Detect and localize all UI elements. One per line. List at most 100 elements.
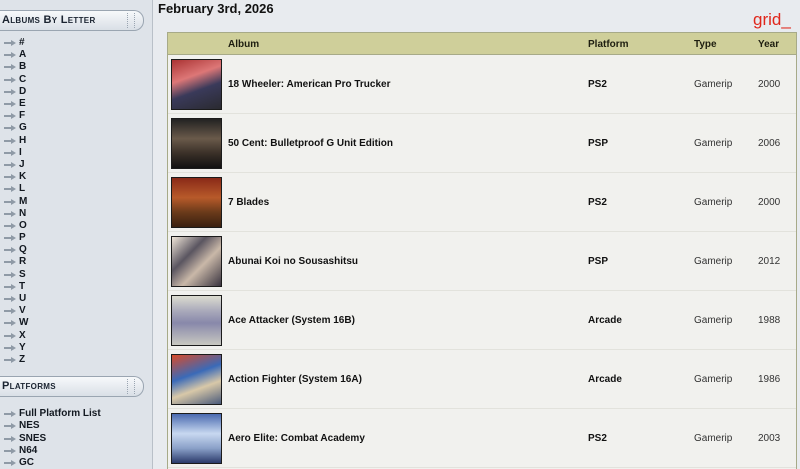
letter-link-q[interactable]: Q	[19, 244, 27, 256]
platform-link[interactable]: PS2	[588, 197, 607, 208]
letter-link-x[interactable]: X	[19, 330, 26, 342]
platform-link[interactable]: PSP	[588, 256, 608, 267]
letter-item: T	[0, 281, 152, 293]
platform-link-nes[interactable]: NES	[19, 420, 40, 432]
platform-link-full-list[interactable]: Full Platform List	[19, 408, 101, 420]
arrow-icon	[4, 51, 18, 59]
album-cover-thumbnail[interactable]	[171, 413, 222, 464]
platform-link[interactable]: PSP	[588, 138, 608, 149]
album-title-link[interactable]: Ace Attacker (System 16B)	[228, 315, 355, 326]
letter-link-o[interactable]: O	[19, 220, 27, 232]
platform-link[interactable]: PS2	[588, 79, 607, 90]
letter-link-c[interactable]: C	[19, 74, 26, 86]
letter-item: U	[0, 293, 152, 305]
arrow-icon	[4, 198, 18, 206]
overlay-label: grid_	[753, 10, 791, 29]
letter-link-f[interactable]: F	[19, 110, 25, 122]
letter-link-p[interactable]: P	[19, 232, 26, 244]
arrow-icon	[4, 63, 18, 71]
album-title-link[interactable]: 7 Blades	[228, 197, 269, 208]
album-type: Gamerip	[694, 79, 733, 90]
letter-link-v[interactable]: V	[19, 305, 26, 317]
letter-item: F	[0, 110, 152, 122]
letter-link-m[interactable]: M	[19, 196, 27, 208]
letter-link-l[interactable]: L	[19, 183, 25, 195]
arrow-icon	[4, 76, 18, 84]
letter-link-w[interactable]: W	[19, 317, 28, 329]
arrow-icon	[4, 356, 18, 364]
platform-link-snes[interactable]: SNES	[19, 433, 46, 445]
albums-by-letter-title: Albums By Letter	[2, 14, 96, 26]
arrow-icon	[4, 149, 18, 157]
platform-link[interactable]: PS2	[588, 433, 607, 444]
letter-link-i[interactable]: I	[19, 147, 22, 159]
letter-item: V	[0, 305, 152, 317]
platform-link[interactable]: Arcade	[588, 315, 622, 326]
letter-item: B	[0, 61, 152, 73]
album-type: Gamerip	[694, 256, 733, 267]
arrow-icon	[4, 271, 18, 279]
letter-link-u[interactable]: U	[19, 293, 26, 305]
letter-item: R	[0, 256, 152, 268]
letter-item: N	[0, 208, 152, 220]
collapse-grip-icon[interactable]	[127, 379, 135, 395]
letter-link-b[interactable]: B	[19, 61, 26, 73]
letter-item: C	[0, 74, 152, 86]
album-title-link[interactable]: Aero Elite: Combat Academy	[228, 433, 365, 444]
letter-item: G	[0, 122, 152, 134]
collapse-grip-icon[interactable]	[127, 13, 135, 28]
letter-link-s[interactable]: S	[19, 269, 26, 281]
letter-item: O	[0, 220, 152, 232]
album-cover-thumbnail[interactable]	[171, 354, 222, 405]
column-header-album[interactable]: Album	[228, 39, 259, 50]
letter-link-n[interactable]: N	[19, 208, 26, 220]
album-type: Gamerip	[694, 197, 733, 208]
column-header-year[interactable]: Year	[758, 39, 779, 50]
platform-item: NES	[0, 420, 152, 432]
arrow-icon	[4, 137, 18, 145]
letter-link-hash[interactable]: #	[19, 37, 25, 49]
album-title-link[interactable]: 18 Wheeler: American Pro Trucker	[228, 79, 390, 90]
letter-link-g[interactable]: G	[19, 122, 27, 134]
platform-link-n64[interactable]: N64	[19, 445, 37, 457]
letter-link-r[interactable]: R	[19, 256, 26, 268]
letter-list: # A B C D E F G H I J K L M N O P Q R S …	[0, 37, 152, 366]
letter-link-z[interactable]: Z	[19, 354, 25, 366]
letter-link-y[interactable]: Y	[19, 342, 26, 354]
table-row: Abunai Koi no Sousashitsu PSP Gamerip 20…	[168, 232, 796, 291]
letter-link-e[interactable]: E	[19, 98, 26, 110]
column-header-platform[interactable]: Platform	[588, 39, 629, 50]
arrow-icon	[4, 459, 18, 467]
album-cover-thumbnail[interactable]	[171, 236, 222, 287]
album-cover-thumbnail[interactable]	[171, 118, 222, 169]
arrow-icon	[4, 447, 18, 455]
album-year: 1986	[758, 374, 781, 385]
arrow-icon	[4, 100, 18, 108]
letter-link-k[interactable]: K	[19, 171, 26, 183]
platform-link[interactable]: Arcade	[588, 374, 622, 385]
arrow-icon	[4, 246, 18, 254]
column-header-type[interactable]: Type	[694, 39, 717, 50]
letter-link-d[interactable]: D	[19, 86, 26, 98]
platform-list: Full Platform List NES SNES N64 GC	[0, 408, 152, 469]
letter-link-j[interactable]: J	[19, 159, 25, 171]
album-cover-thumbnail[interactable]	[171, 59, 222, 110]
platform-link-gc[interactable]: GC	[19, 457, 34, 469]
letter-item: L	[0, 183, 152, 195]
album-cover-thumbnail[interactable]	[171, 177, 222, 228]
table-row: Action Fighter (System 16A) Arcade Gamer…	[168, 350, 796, 409]
album-title-link[interactable]: Action Fighter (System 16A)	[228, 374, 362, 385]
album-title-link[interactable]: 50 Cent: Bulletproof G Unit Edition	[228, 138, 393, 149]
table-row: 18 Wheeler: American Pro Trucker PS2 Gam…	[168, 55, 796, 114]
album-title-link[interactable]: Abunai Koi no Sousashitsu	[228, 256, 358, 267]
album-cover-thumbnail[interactable]	[171, 295, 222, 346]
arrow-icon	[4, 39, 18, 47]
table-header: Album Platform Type Year	[168, 33, 796, 55]
letter-link-a[interactable]: A	[19, 49, 26, 61]
letter-link-h[interactable]: H	[19, 135, 26, 147]
album-year: 1988	[758, 315, 781, 326]
arrow-icon	[4, 283, 18, 291]
letter-item: W	[0, 317, 152, 329]
arrow-icon	[4, 344, 18, 352]
letter-link-t[interactable]: T	[19, 281, 25, 293]
